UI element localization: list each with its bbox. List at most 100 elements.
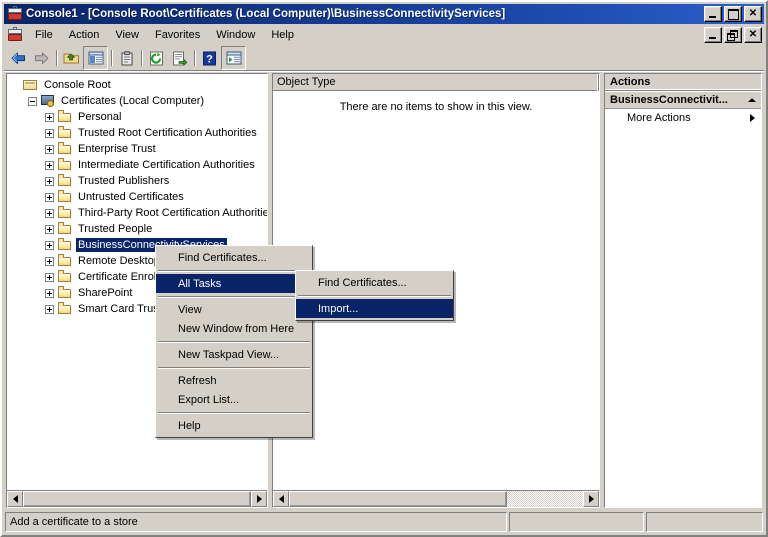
- menu-item-label: Export List...: [178, 393, 240, 406]
- expand-plus-icon[interactable]: [45, 240, 54, 250]
- column-object-type[interactable]: Object Type: [273, 73, 599, 91]
- submenu-arrow-icon: [750, 114, 755, 122]
- tree-node[interactable]: Untrusted Certificates: [11, 189, 267, 205]
- list-scroll-left-button[interactable]: [273, 491, 289, 507]
- actions-group-label: BusinessConnectivit...: [610, 93, 728, 106]
- tree-scroll-track[interactable]: [23, 491, 251, 507]
- menu-item[interactable]: Export List...: [156, 390, 312, 409]
- menu-file[interactable]: File: [27, 27, 61, 43]
- menu-window[interactable]: Window: [208, 27, 263, 43]
- menu-favorites[interactable]: Favorites: [147, 27, 208, 43]
- menu-item-label: Find Certificates...: [178, 251, 267, 264]
- mdi-close-button[interactable]: ✕: [744, 27, 762, 43]
- list-scroll-thumb[interactable]: [289, 491, 507, 507]
- menu-separator: [158, 296, 310, 297]
- tree-node[interactable]: Third-Party Root Certification Authoriti…: [11, 205, 267, 221]
- menu-view[interactable]: View: [107, 27, 147, 43]
- tree-node[interactable]: Trusted People: [11, 221, 267, 237]
- tree-node[interactable]: Personal: [11, 109, 267, 125]
- tree-node[interactable]: Console Root: [11, 77, 267, 93]
- menu-item[interactable]: Find Certificates...: [156, 248, 312, 267]
- up-one-level-icon[interactable]: [60, 47, 83, 69]
- menu-item-label: New Taskpad View...: [178, 348, 280, 361]
- tree-expander-none-icon: [11, 81, 20, 90]
- mdi-child-icon[interactable]: [7, 27, 23, 43]
- status-message: Add a certificate to a store: [5, 512, 507, 532]
- expand-plus-icon[interactable]: [45, 224, 54, 234]
- tree-node[interactable]: Certificates (Local Computer): [11, 93, 267, 109]
- show-hide-console-tree-icon[interactable]: [83, 46, 108, 70]
- context-menu[interactable]: Find Certificates... All Tasks View New Win…: [155, 245, 313, 438]
- menu-item[interactable]: New Window from Here: [156, 319, 312, 338]
- title-bar: Console1 - [Console Root\Certificates (L…: [4, 4, 764, 24]
- menu-item[interactable]: View: [156, 300, 312, 319]
- menu-item[interactable]: Help: [156, 416, 312, 435]
- folder-icon: [57, 158, 73, 172]
- menu-help[interactable]: Help: [263, 27, 302, 43]
- expand-plus-icon[interactable]: [45, 272, 54, 282]
- tree-node-label: Trusted Publishers: [78, 175, 170, 187]
- menu-item[interactable]: Import...: [296, 299, 453, 318]
- tree-node-label: Enterprise Trust: [78, 143, 156, 155]
- menu-separator: [158, 341, 310, 342]
- tree-node-label: SharePoint: [78, 287, 133, 299]
- menu-item[interactable]: Refresh: [156, 371, 312, 390]
- list-scroll-track[interactable]: [289, 491, 583, 507]
- folder-icon: [57, 190, 73, 204]
- maximize-button[interactable]: [724, 6, 742, 22]
- show-hide-action-pane-icon[interactable]: [221, 46, 246, 70]
- menu-item[interactable]: Find Certificates...: [296, 273, 453, 292]
- actions-pane: Actions BusinessConnectivit... More Acti…: [604, 73, 762, 508]
- menu-item-label: All Tasks: [178, 277, 222, 290]
- list-horizontal-scrollbar[interactable]: [273, 490, 599, 507]
- mmc-console-window: Console1 - [Console Root\Certificates (L…: [0, 0, 768, 537]
- help-icon[interactable]: ?: [198, 47, 221, 69]
- tree-scroll-thumb[interactable]: [23, 491, 251, 507]
- minimize-button[interactable]: [704, 6, 722, 22]
- expand-plus-icon[interactable]: [45, 160, 54, 170]
- tree-horizontal-scrollbar[interactable]: [7, 490, 267, 507]
- tree-scroll-left-button[interactable]: [7, 491, 23, 507]
- refresh-icon[interactable]: [145, 47, 168, 69]
- menu-item-label: Refresh: [178, 374, 217, 387]
- menu-item[interactable]: All Tasks: [156, 274, 312, 293]
- expand-plus-icon[interactable]: [45, 176, 54, 186]
- menu-item-label: Find Certificates...: [318, 276, 407, 289]
- properties-icon[interactable]: [115, 47, 138, 69]
- expand-plus-icon[interactable]: [45, 256, 54, 266]
- folder-icon: [57, 302, 73, 316]
- expand-plus-icon[interactable]: [45, 144, 54, 154]
- all-tasks-submenu[interactable]: Find Certificates... Import...: [295, 270, 454, 321]
- menu-item-label: Import...: [318, 302, 359, 315]
- actions-group-header[interactable]: BusinessConnectivit...: [605, 91, 761, 109]
- expand-plus-icon[interactable]: [45, 192, 54, 202]
- folder-icon: [57, 254, 73, 268]
- window-controls: ✕: [704, 6, 762, 22]
- caret-up-icon[interactable]: [748, 97, 756, 102]
- expand-plus-icon[interactable]: [45, 112, 54, 122]
- mdi-minimize-button[interactable]: [704, 27, 722, 43]
- toolbar: ?: [4, 46, 764, 71]
- expand-plus-icon[interactable]: [45, 208, 54, 218]
- tree-node[interactable]: Trusted Publishers: [11, 173, 267, 189]
- status-cell-2: [509, 512, 644, 532]
- back-icon[interactable]: [7, 47, 30, 69]
- menu-item[interactable]: New Taskpad View...: [156, 345, 312, 364]
- menu-action[interactable]: Action: [61, 27, 108, 43]
- action-more-actions[interactable]: More Actions: [605, 109, 761, 127]
- tree-node[interactable]: Intermediate Certification Authorities: [11, 157, 267, 173]
- expand-plus-icon[interactable]: [45, 128, 54, 138]
- tree-node-label: Intermediate Certification Authorities: [78, 159, 255, 171]
- collapse-minus-icon[interactable]: [28, 96, 37, 106]
- tree-node[interactable]: Trusted Root Certification Authorities: [11, 125, 267, 141]
- export-list-icon[interactable]: [168, 47, 191, 69]
- close-button[interactable]: ✕: [744, 6, 762, 22]
- root-folder-icon: [23, 78, 39, 92]
- list-scroll-right-button[interactable]: [583, 491, 599, 507]
- forward-icon[interactable]: [30, 47, 53, 69]
- tree-scroll-right-button[interactable]: [251, 491, 267, 507]
- expand-plus-icon[interactable]: [45, 304, 54, 314]
- mdi-restore-button[interactable]: [724, 27, 742, 43]
- expand-plus-icon[interactable]: [45, 288, 54, 298]
- tree-node[interactable]: Enterprise Trust: [11, 141, 267, 157]
